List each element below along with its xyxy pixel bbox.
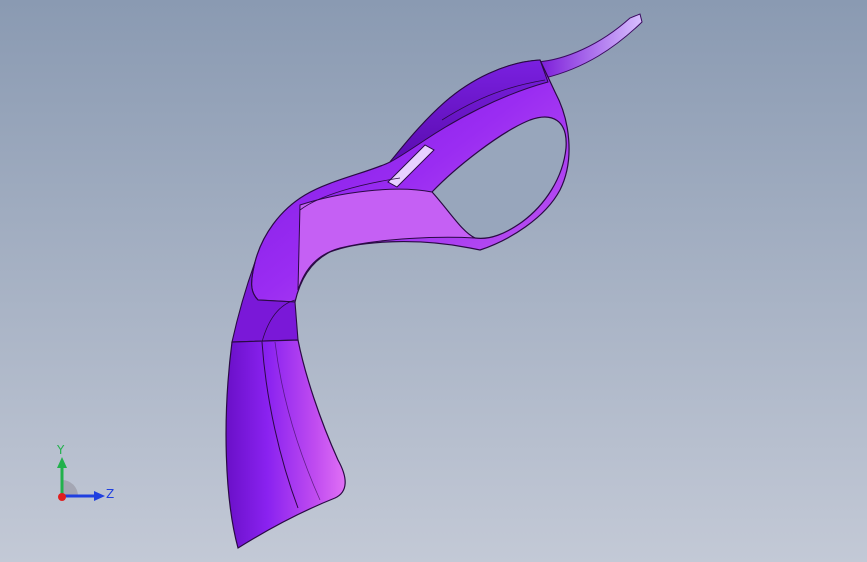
orientation-triad: Y Z	[56, 443, 114, 501]
graphics-viewport[interactable]: Y Z	[0, 0, 867, 562]
triad-z-arrow	[94, 491, 105, 501]
3d-model-view[interactable]	[0, 0, 867, 562]
model-grip	[225, 339, 346, 549]
model-tail	[536, 13, 643, 79]
triad-z-label: Z	[106, 487, 114, 501]
triad-y-arrow	[57, 457, 67, 468]
triad-x-axis	[58, 493, 66, 501]
triad-y-label: Y	[56, 443, 65, 457]
triad-quadrant	[62, 480, 78, 496]
